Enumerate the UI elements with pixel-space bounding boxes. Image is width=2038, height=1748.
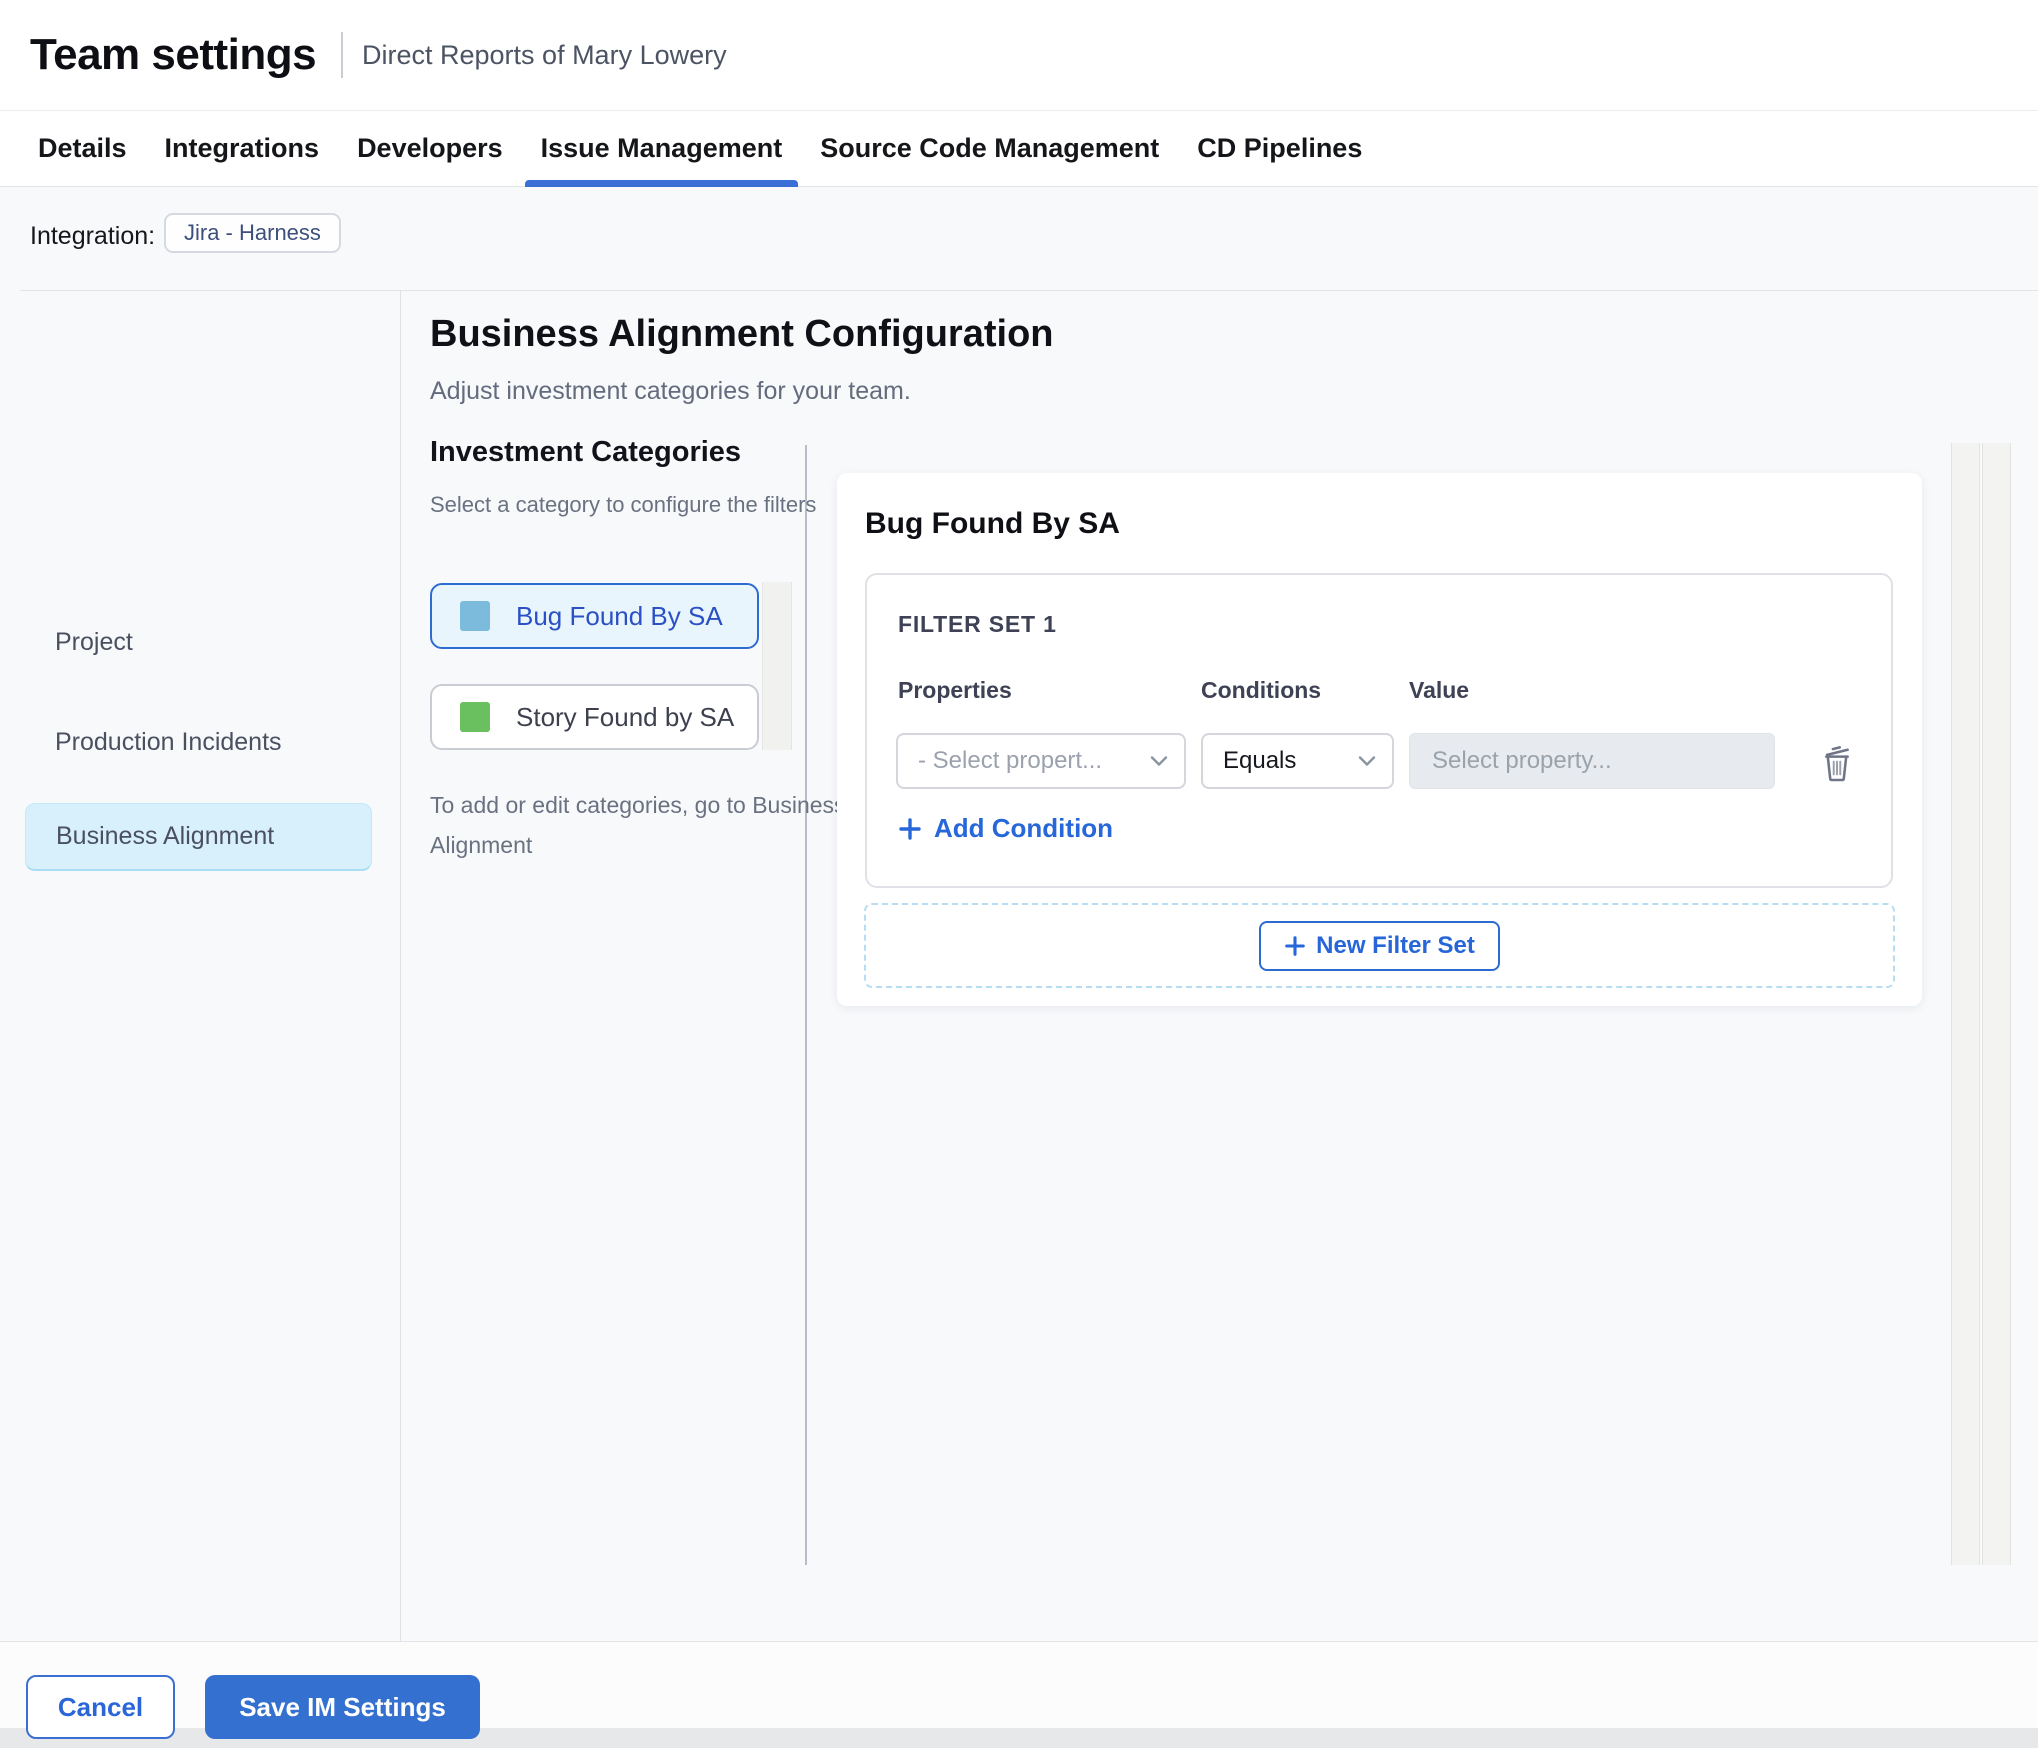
title-separator	[341, 32, 343, 78]
sidebar-item-project[interactable]: Project	[25, 608, 372, 676]
section-subheading: Adjust investment categories for your te…	[430, 377, 911, 405]
tab-developers[interactable]: Developers	[357, 111, 503, 187]
add-condition-label: Add Condition	[934, 813, 1114, 843]
save-im-settings-button[interactable]: Save IM Settings	[205, 1675, 480, 1739]
tab-bar: Details Integrations Developers Issue Ma…	[0, 111, 2038, 187]
tab-details[interactable]: Details	[38, 111, 127, 187]
sidebar-item-production-incidents[interactable]: Production Incidents	[25, 708, 372, 776]
category-button-bug-found-by-sa[interactable]: Bug Found By SA	[430, 583, 759, 649]
footer-action-bar: Cancel Save IM Settings	[0, 1641, 2038, 1748]
team-settings-page: Team settings Direct Reports of Mary Low…	[0, 0, 2038, 1748]
integration-label: Integration:	[30, 222, 156, 250]
category-button-story-found-by-sa[interactable]: Story Found by SA	[430, 684, 759, 750]
value-input[interactable]	[1409, 733, 1775, 789]
plus-icon	[1284, 935, 1306, 957]
tab-issue-management-label: Issue Management	[540, 133, 783, 163]
outer-vertical-scrollbar[interactable]	[1951, 443, 1980, 1565]
investment-categories-heading: Investment Categories	[430, 436, 742, 468]
filter-set-card: FILTER SET 1 Properties Conditions Value…	[865, 573, 1893, 888]
tab-integrations[interactable]: Integrations	[165, 111, 320, 187]
tab-cd-pipelines-label: CD Pipelines	[1197, 133, 1363, 163]
integration-chip[interactable]: Jira - Harness	[164, 213, 341, 253]
section-heading: Business Alignment Configuration	[430, 313, 1054, 355]
conditions-select[interactable]: Equals	[1201, 733, 1394, 789]
panel-divider	[805, 445, 807, 1565]
tab-integrations-label: Integrations	[164, 133, 320, 163]
tab-cd-pipelines[interactable]: CD Pipelines	[1197, 111, 1362, 187]
integration-row: Integration: Jira - Harness	[0, 187, 2038, 291]
tab-source-code-management[interactable]: Source Code Management	[820, 111, 1159, 187]
category-list-scrollbar[interactable]	[762, 582, 792, 750]
new-filter-set-button[interactable]: New Filter Set	[1259, 920, 1500, 971]
bug-category-label: Bug Found By SA	[516, 600, 723, 631]
tab-developers-label: Developers	[357, 133, 503, 163]
column-label-conditions: Conditions	[1201, 677, 1322, 703]
tab-issue-management[interactable]: Issue Management	[524, 111, 799, 187]
config-card-title: Bug Found By SA	[865, 507, 1120, 540]
trash-icon	[1820, 743, 1854, 783]
conditions-select-value: Equals	[1223, 747, 1297, 774]
active-tab-underline	[524, 179, 799, 187]
story-category-label: Story Found by SA	[516, 701, 735, 732]
sidebar-item-business-alignment-label: Business Alignment	[56, 822, 275, 850]
cancel-button[interactable]: Cancel	[26, 1675, 175, 1739]
column-label-properties: Properties	[898, 677, 1012, 703]
investment-categories-description: Select a category to configure the filte…	[430, 492, 817, 517]
tab-details-label: Details	[38, 133, 127, 163]
plus-icon	[898, 817, 922, 841]
new-filter-set-label: New Filter Set	[1316, 931, 1475, 959]
column-label-value: Value	[1409, 677, 1470, 703]
sidebar-item-production-incidents-label: Production Incidents	[55, 727, 282, 756]
integration-chip-label: Jira - Harness	[184, 220, 321, 245]
sidebar-item-business-alignment[interactable]: Business Alignment	[25, 803, 372, 871]
chevron-down-icon	[1150, 755, 1168, 767]
inner-vertical-scrollbar[interactable]	[1982, 443, 2011, 1565]
bug-category-swatch	[460, 601, 490, 631]
delete-condition-button[interactable]	[1817, 743, 1857, 783]
page-subtitle: Direct Reports of Mary Lowery	[362, 40, 727, 70]
categories-note: To add or edit categories, go to Busines…	[430, 792, 846, 858]
sidebar-divider	[400, 291, 401, 1641]
properties-select[interactable]: - Select propert...	[896, 733, 1186, 789]
new-filter-set-dropzone: New Filter Set	[864, 903, 1895, 988]
sidebar-item-project-label: Project	[55, 627, 133, 656]
page-title: Team settings	[30, 30, 317, 79]
add-condition-button[interactable]: Add Condition	[898, 813, 1113, 844]
story-category-swatch	[460, 702, 490, 732]
chevron-down-icon	[1358, 755, 1376, 767]
tab-source-code-management-label: Source Code Management	[820, 133, 1160, 163]
properties-select-placeholder: - Select propert...	[918, 747, 1103, 774]
content-area: Project Production Incidents Business Al…	[0, 291, 2038, 1641]
filter-set-title: FILTER SET 1	[898, 611, 1057, 637]
category-config-card: Bug Found By SA FILTER SET 1 Properties …	[837, 473, 1922, 1006]
page-header: Team settings Direct Reports of Mary Low…	[0, 0, 2038, 111]
